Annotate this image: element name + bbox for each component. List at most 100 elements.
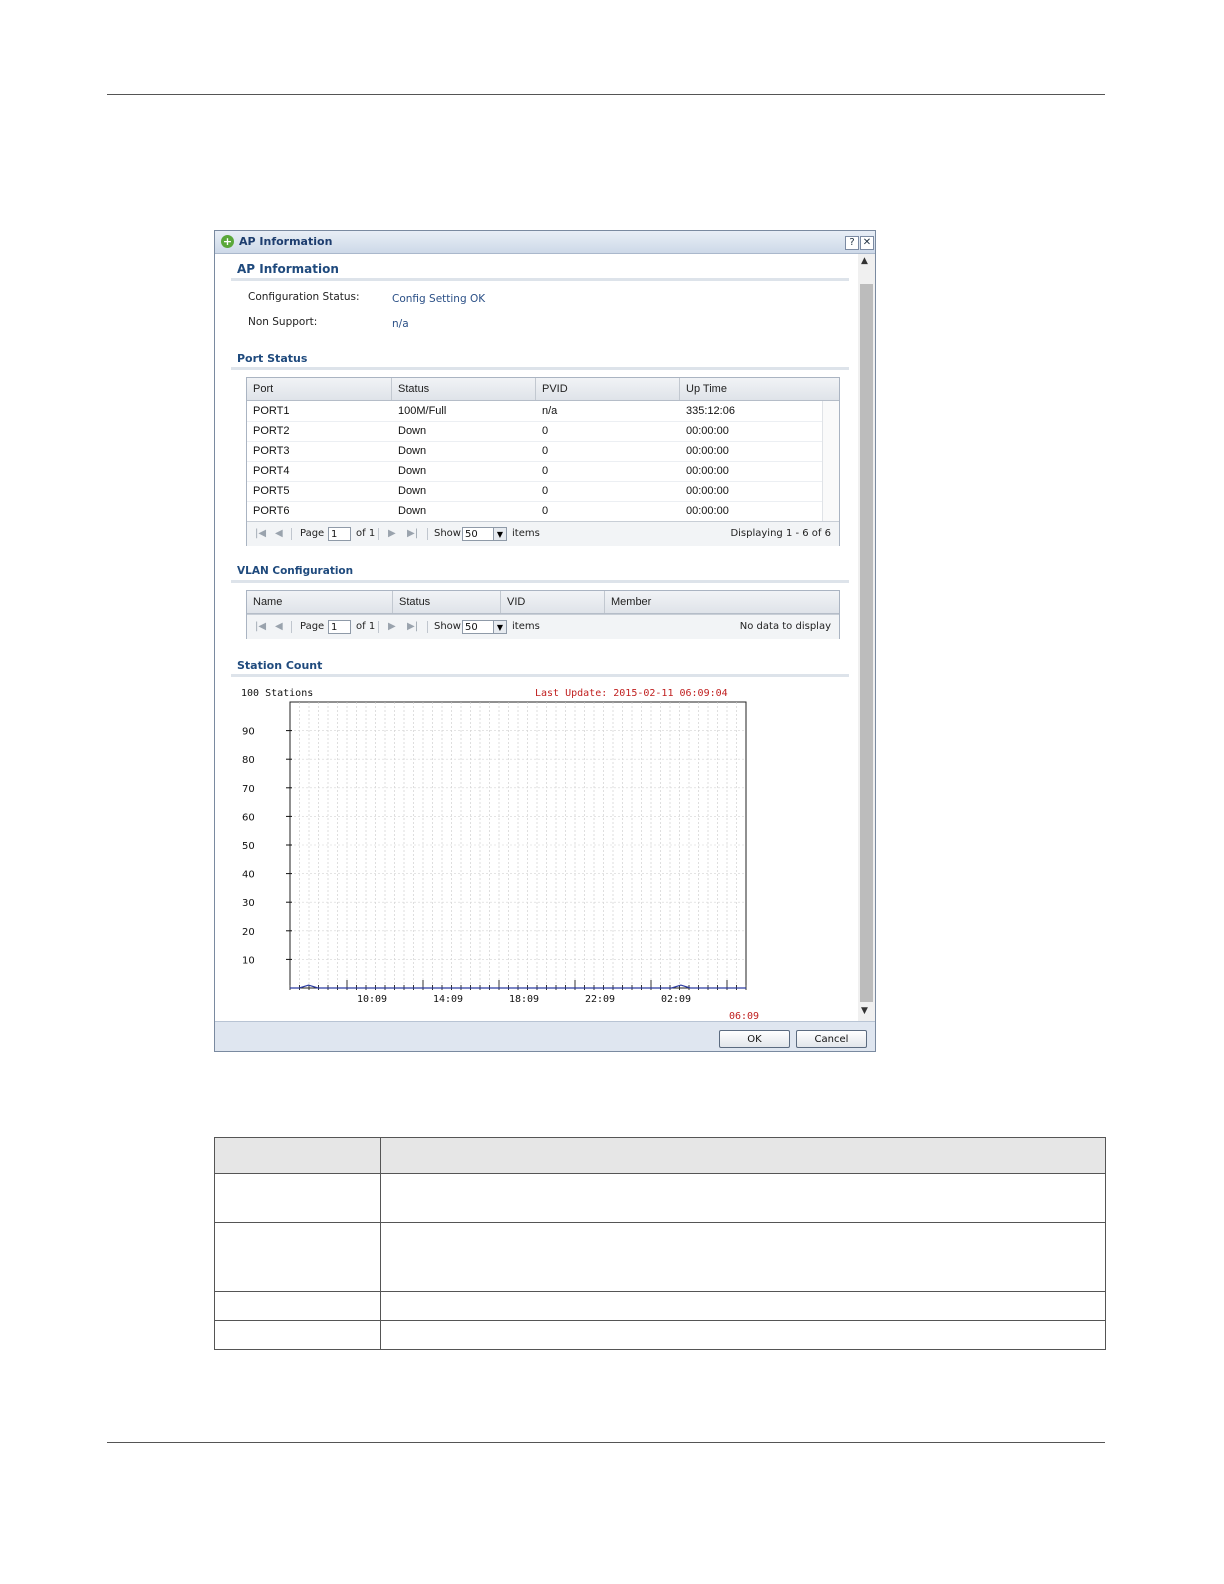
column-header-status[interactable]: Status [392, 378, 536, 400]
ok-button[interactable]: OK [719, 1030, 790, 1048]
page-of-label: of 1 [356, 621, 376, 632]
table-cell [380, 1320, 1106, 1350]
table-row[interactable]: PORT6 Down 0 00:00:00 [247, 501, 823, 522]
first-page-icon[interactable]: |◀ [255, 528, 266, 539]
page-label: Page [300, 621, 325, 632]
table-cell: 0 [542, 485, 549, 497]
description-table [214, 1137, 1106, 1350]
help-icon[interactable]: ? [845, 236, 859, 250]
x-tick-label: 10:09 [357, 994, 387, 1005]
column-header-member[interactable]: Member [605, 591, 839, 613]
page-number-input[interactable]: 1 [328, 620, 351, 634]
scroll-down-icon[interactable]: ▼ [861, 1006, 868, 1016]
table-cell: PORT6 [253, 505, 290, 517]
first-page-icon[interactable]: |◀ [255, 621, 266, 632]
section-divider [231, 674, 849, 677]
table-cell: n/a [542, 405, 558, 417]
pager-separator [378, 528, 379, 540]
y-tick-label: 10 [242, 955, 255, 966]
next-page-icon[interactable]: ▶ [388, 528, 396, 539]
vlan-grid: Name Status VID Member |◀ ◀ Page 1 of 1 … [246, 590, 840, 639]
dialog-scrollbar[interactable]: ▲ ▼ [858, 254, 875, 1021]
table-cell: PORT5 [253, 485, 290, 497]
y-tick-label: 20 [242, 927, 255, 938]
ap-information-dialog: + AP Information ? ✕ AP Information Conf… [214, 230, 876, 1052]
table-cell: PORT3 [253, 445, 290, 457]
table-row[interactable]: PORT3 Down 0 00:00:00 [247, 441, 823, 462]
plot-area [289, 701, 747, 989]
column-header-up-time[interactable]: Up Time [680, 378, 839, 400]
page-size-select[interactable]: 50 [462, 527, 494, 541]
ap-info-title: AP Information [237, 262, 339, 276]
table-cell [380, 1291, 1106, 1321]
items-label: items [512, 528, 540, 539]
y-tick-label: 50 [242, 841, 255, 852]
section-divider [231, 278, 849, 281]
y-tick-label: 70 [242, 784, 255, 795]
table-cell: Down [398, 425, 427, 437]
section-divider [231, 580, 849, 583]
table-row[interactable]: PORT2 Down 0 00:00:00 [247, 421, 823, 442]
pager-separator [378, 621, 379, 633]
table-row[interactable]: PORT4 Down 0 00:00:00 [247, 461, 823, 482]
grid-scrollbar[interactable] [822, 401, 839, 521]
table-header-row [214, 1137, 1106, 1174]
non-support-label: Non Support: [248, 316, 318, 328]
table-cell: Down [398, 485, 427, 497]
scrollbar-thumb[interactable] [860, 284, 873, 1002]
column-header-vid[interactable]: VID [501, 591, 605, 613]
config-status-label: Configuration Status: [248, 291, 360, 303]
dialog-content: AP Information Configuration Status: Con… [215, 254, 858, 1021]
next-page-icon[interactable]: ▶ [388, 621, 396, 632]
column-header-status[interactable]: Status [393, 591, 501, 613]
vlan-title: VLAN Configuration [237, 565, 354, 577]
no-data-text: No data to display [739, 621, 831, 632]
x-tick-label: 22:09 [585, 994, 615, 1005]
pager-separator [427, 528, 428, 540]
prev-page-icon[interactable]: ◀ [275, 621, 283, 632]
grid-header: Port Status PVID Up Time [247, 378, 839, 401]
table-cell: 00:00:00 [686, 505, 729, 517]
dialog-footer: OK Cancel [215, 1021, 875, 1051]
last-page-icon[interactable]: ▶| [407, 621, 418, 632]
table-cell: Down [398, 445, 427, 457]
grid-header: Name Status VID Member [247, 591, 839, 614]
config-status-value: Config Setting OK [392, 293, 486, 305]
page-number-input[interactable]: 1 [328, 527, 351, 541]
dialog-title: AP Information [239, 235, 333, 248]
table-cell [214, 1320, 381, 1350]
close-icon[interactable]: ✕ [860, 236, 874, 250]
bottom-rule [107, 1442, 1105, 1443]
station-count-title: Station Count [237, 659, 323, 672]
table-row[interactable]: PORT1 100M/Full n/a 335:12:06 [247, 401, 823, 422]
table-cell: PORT2 [253, 425, 290, 437]
scroll-up-icon[interactable]: ▲ [861, 256, 868, 266]
chevron-down-icon[interactable]: ▼ [493, 527, 507, 541]
port-pager: |◀ ◀ Page 1 of 1 ▶ ▶| Show 50 ▼ items Di… [247, 521, 839, 546]
column-header-name[interactable]: Name [247, 591, 393, 613]
info-add-icon: + [221, 235, 234, 248]
column-header-pvid[interactable]: PVID [536, 378, 680, 400]
y-tick-label: 60 [242, 812, 255, 823]
table-cell: 00:00:00 [686, 445, 729, 457]
table-cell: 100M/Full [398, 405, 447, 417]
table-cell [380, 1137, 1106, 1174]
table-cell [214, 1173, 381, 1223]
last-update-annotation: Last Update: 2015-02-11 06:09:04 [535, 688, 728, 699]
prev-page-icon[interactable]: ◀ [275, 528, 283, 539]
chevron-down-icon[interactable]: ▼ [493, 620, 507, 634]
pager-separator [291, 528, 292, 540]
last-page-icon[interactable]: ▶| [407, 528, 418, 539]
table-cell: 00:00:00 [686, 485, 729, 497]
x-tick-label: 06:09 [729, 1011, 759, 1021]
show-label: Show [434, 528, 461, 539]
table-row[interactable]: PORT5 Down 0 00:00:00 [247, 481, 823, 502]
column-header-port[interactable]: Port [247, 378, 392, 400]
table-cell [214, 1291, 381, 1321]
table-cell [214, 1222, 381, 1292]
table-cell: 0 [542, 425, 549, 437]
dialog-titlebar: + AP Information ? ✕ [215, 231, 875, 254]
cancel-button[interactable]: Cancel [796, 1030, 867, 1048]
page-size-select[interactable]: 50 [462, 620, 494, 634]
table-cell: 0 [542, 465, 549, 477]
